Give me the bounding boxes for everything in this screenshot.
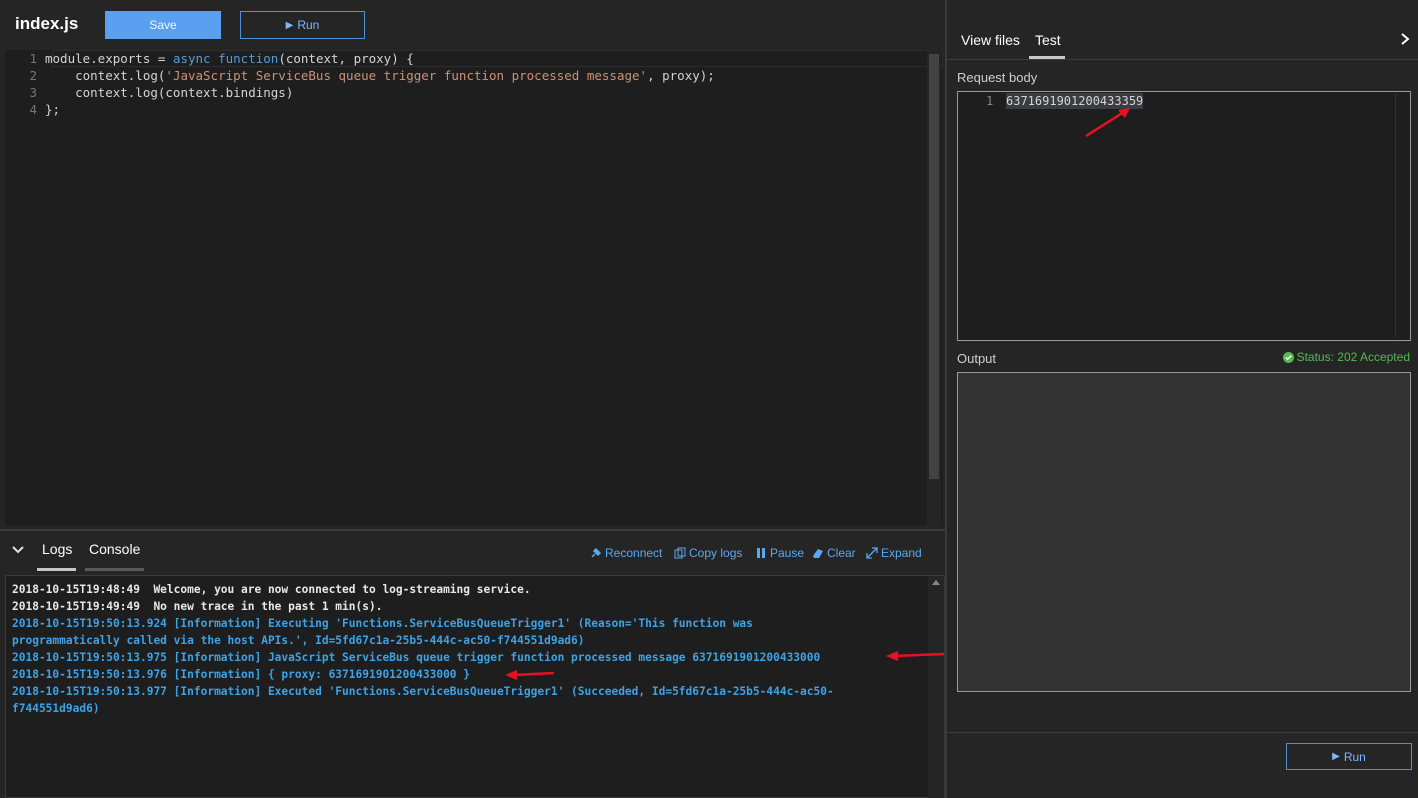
code-token: , proxy); — [647, 68, 715, 83]
log-line: 2018-10-15T19:50:13.924 [Information] Ex… — [12, 617, 753, 630]
code-line: 4 }; — [5, 101, 943, 118]
line-number: 1 — [29, 51, 37, 66]
divider — [947, 59, 1418, 60]
run-button[interactable]: ▶ Run — [1286, 743, 1412, 770]
clear-label: Clear — [827, 546, 856, 560]
code-token: context.log( — [45, 68, 166, 83]
log-line: f744551d9ad6) — [12, 702, 100, 715]
line-number: 4 — [29, 102, 37, 117]
eraser-icon — [813, 549, 823, 558]
copy-logs-label: Copy logs — [689, 546, 743, 560]
code-editor[interactable]: 1 module.exports = async function(contex… — [5, 50, 943, 525]
log-line: programmatically called via the host API… — [12, 634, 585, 647]
save-button[interactable]: Save — [105, 11, 221, 39]
request-body-editor[interactable]: 1 6371691901200433359 — [957, 91, 1411, 341]
editor-scrollbar[interactable] — [927, 50, 941, 525]
editor-scrollbar-thumb[interactable] — [929, 54, 939, 479]
log-scrollbar[interactable] — [928, 576, 944, 798]
scroll-up-arrow-icon[interactable] — [932, 580, 940, 585]
chevron-down-icon[interactable] — [11, 543, 25, 557]
test-panel: View files Test Request body 1 637169190… — [945, 0, 1418, 798]
file-title: index.js — [15, 14, 79, 33]
output-box — [957, 372, 1411, 692]
expand-icon — [866, 547, 878, 559]
code-text: }; — [45, 102, 61, 117]
line-number: 3 — [29, 85, 37, 100]
code-text: context.log('JavaScript ServiceBus queue… — [45, 67, 715, 84]
logs-toolbar: Logs Console Reconnect Copy logs Pause C… — [0, 531, 945, 575]
tab-console[interactable]: Console — [85, 541, 144, 571]
request-body-label: Request body — [957, 70, 1038, 85]
request-body-value[interactable]: 6371691901200433359 — [1006, 93, 1144, 109]
code-line: 2 context.log('JavaScript ServiceBus que… — [5, 67, 943, 84]
log-line: 2018-10-15T19:50:13.977 [Information] Ex… — [12, 685, 834, 698]
code-text: context.log(context.bindings) — [45, 85, 294, 100]
request-body-scrollbar[interactable] — [1395, 93, 1407, 337]
log-line: 2018-10-15T19:50:13.976 [Information] { … — [12, 668, 471, 681]
pause-label: Pause — [770, 546, 805, 560]
log-output[interactable]: 2018-10-15T19:48:49 Welcome, you are now… — [5, 575, 945, 798]
output-label: Output — [957, 351, 997, 366]
editor-panel: index.js Save ▶ Run 1 module.exports = a… — [0, 0, 945, 798]
run-label: Run — [1343, 749, 1366, 764]
check-circle-icon — [1282, 351, 1294, 363]
tab-view-files[interactable]: View files — [961, 32, 1020, 48]
copy-icon — [674, 547, 686, 559]
reconnect-button[interactable]: Reconnect — [590, 546, 662, 560]
expand-button[interactable]: Expand — [866, 546, 922, 560]
log-line: 2018-10-15T19:48:49 Welcome, you are now… — [12, 583, 531, 596]
line-number: 2 — [29, 68, 37, 83]
run-label: Run — [297, 18, 320, 32]
plug-icon — [591, 547, 602, 558]
string-token: 'JavaScript ServiceBus queue trigger fun… — [165, 68, 648, 83]
status-text: Status: 202 Accepted — [1296, 350, 1410, 364]
play-icon: ▶ — [285, 19, 294, 31]
run-button-top[interactable]: ▶ Run — [240, 11, 365, 39]
line-number: 1 — [986, 94, 994, 108]
code-line: 3 context.log(context.bindings) — [5, 84, 943, 101]
status-badge: Status: 202 Accepted — [1282, 350, 1410, 364]
tab-test[interactable]: Test — [1029, 32, 1065, 59]
pause-button[interactable]: Pause — [755, 546, 804, 560]
log-line: 2018-10-15T19:50:13.975 [Information] Ja… — [12, 651, 821, 664]
copy-logs-button[interactable]: Copy logs — [674, 546, 742, 560]
clear-button[interactable]: Clear — [812, 546, 856, 560]
tab-logs[interactable]: Logs — [37, 541, 76, 571]
pause-icon — [757, 548, 765, 558]
divider — [947, 732, 1418, 733]
expand-label: Expand — [881, 546, 922, 560]
reconnect-label: Reconnect — [605, 546, 663, 560]
log-line: 2018-10-15T19:49:49 No new trace in the … — [12, 600, 383, 613]
chevron-right-icon[interactable] — [1398, 32, 1412, 46]
current-line-highlight — [52, 50, 943, 67]
play-icon: ▶ — [1332, 751, 1340, 762]
